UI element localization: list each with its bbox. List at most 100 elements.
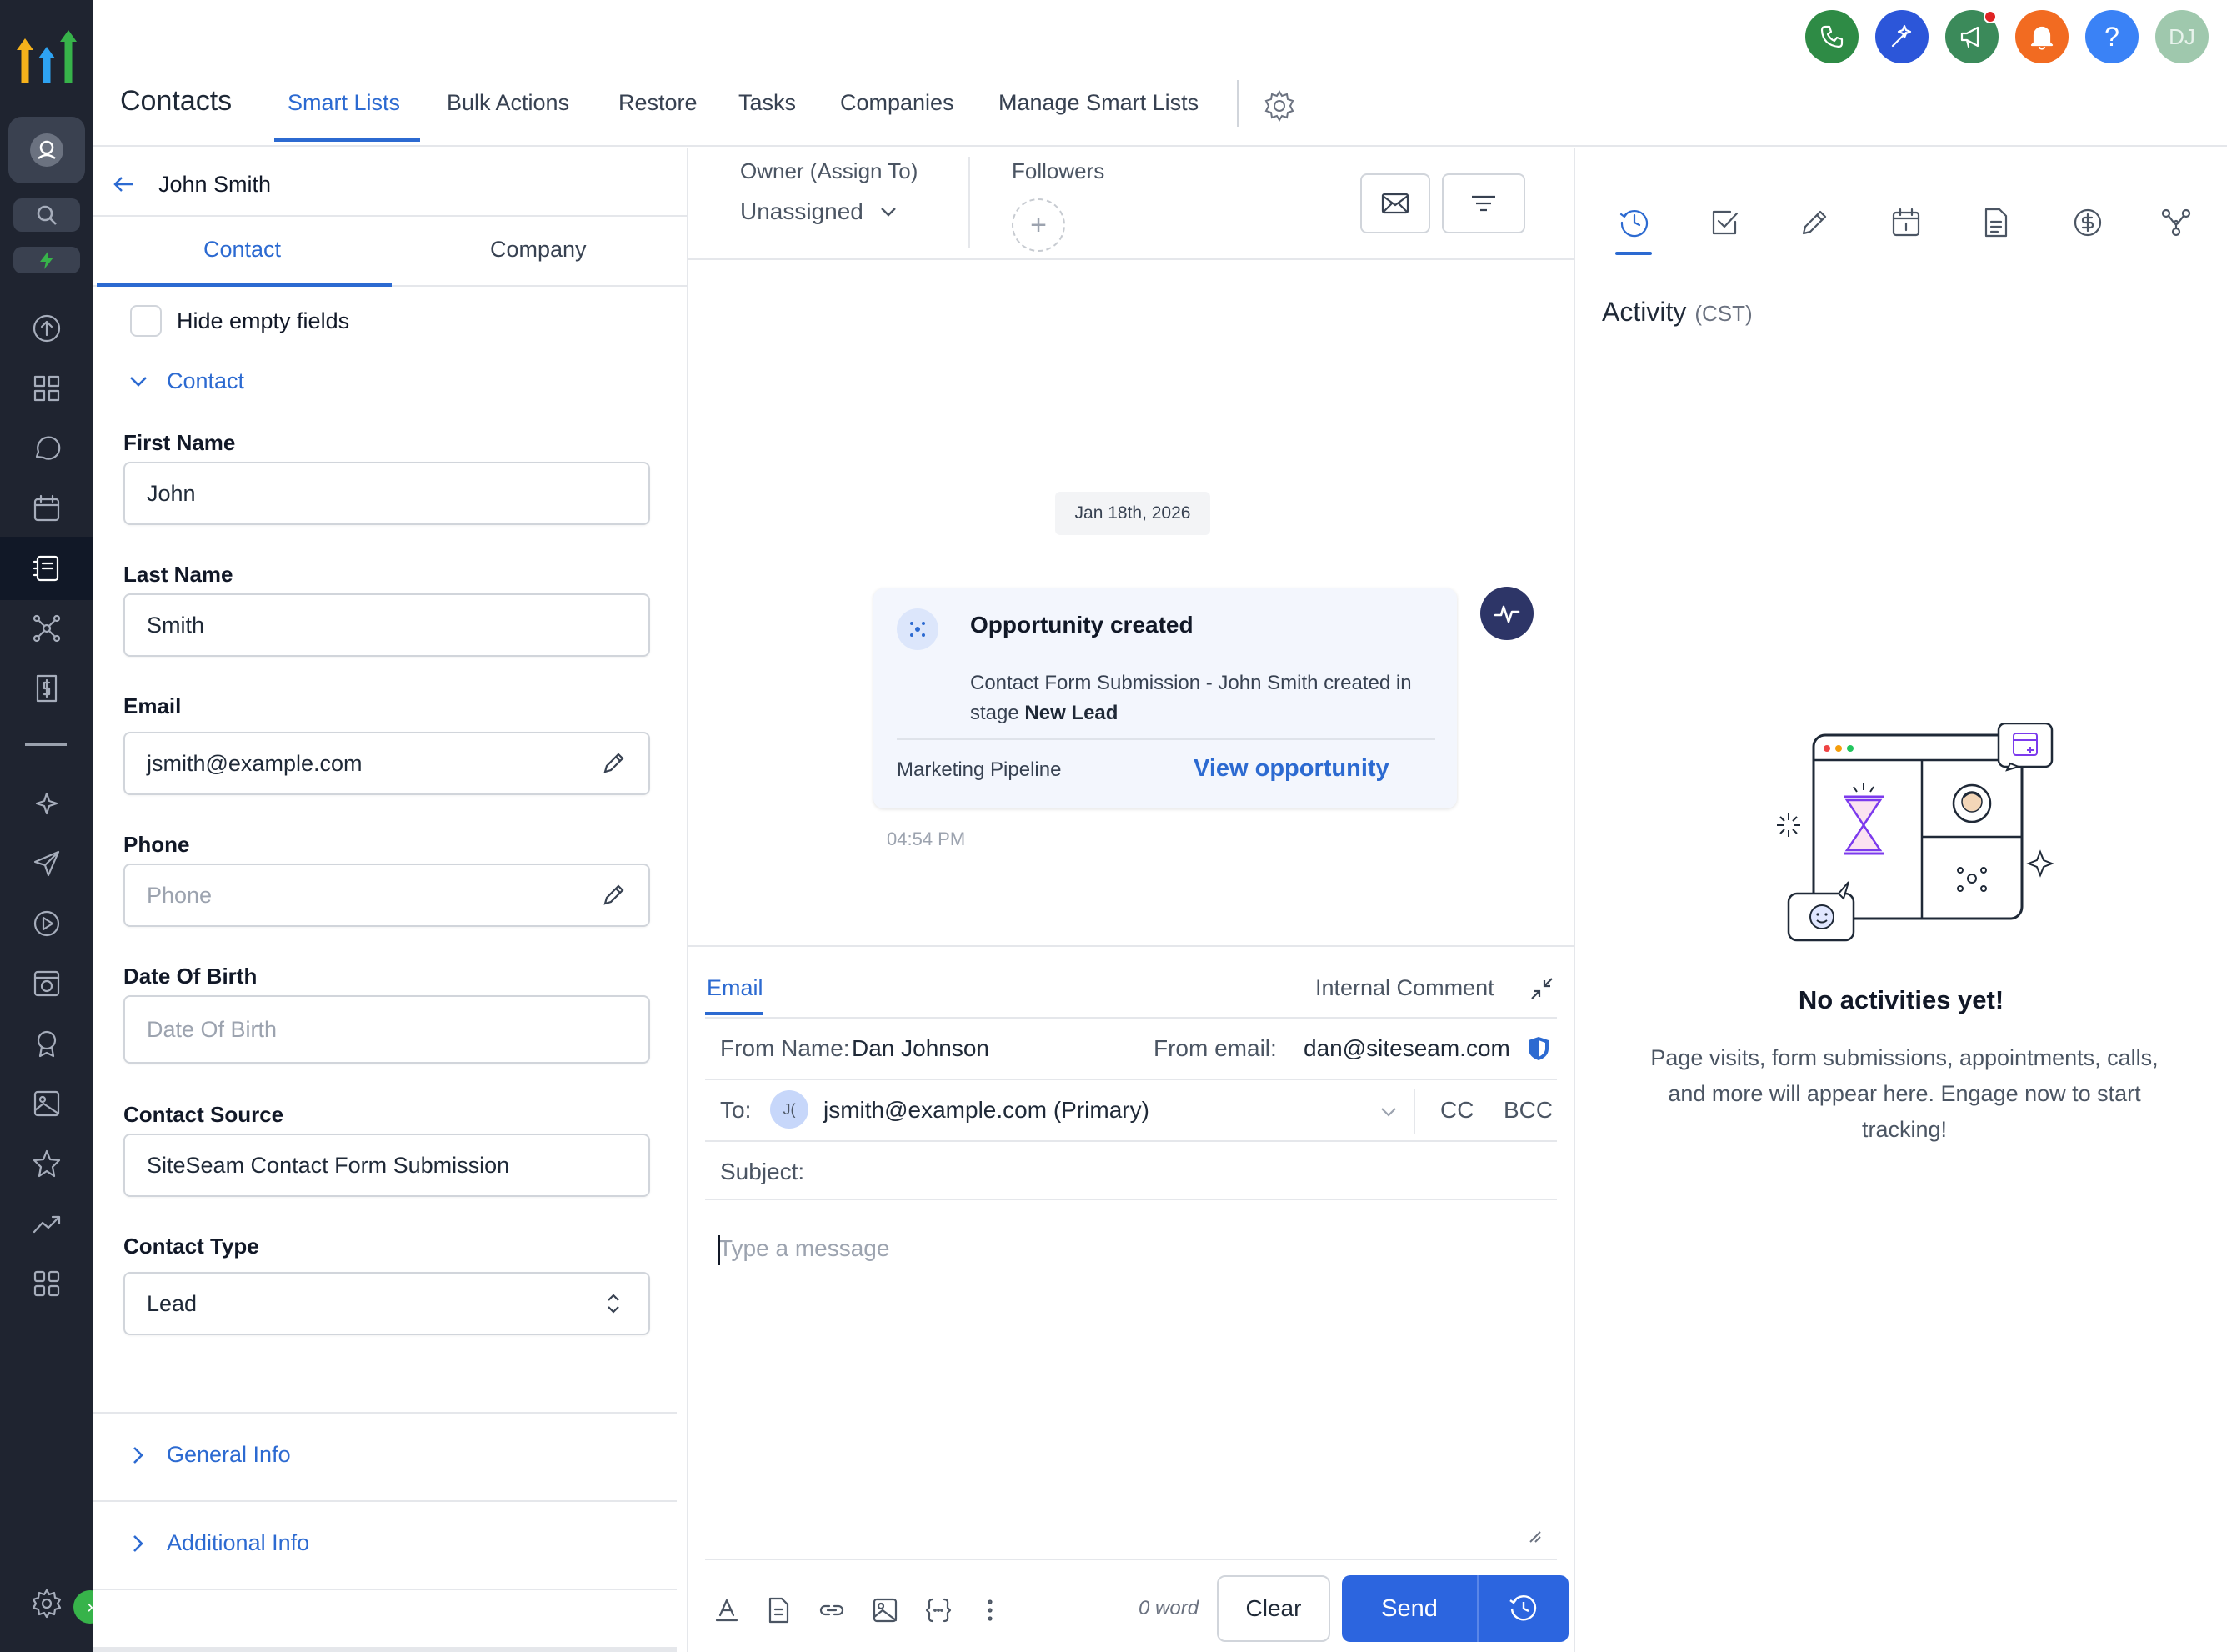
quick-actions-button[interactable] [13, 247, 80, 273]
nav-automation[interactable] [23, 900, 70, 947]
contacts-icon [33, 555, 59, 582]
chevron-right-icon: › [87, 1595, 93, 1618]
chevron-down-icon [881, 208, 896, 217]
tab-documents[interactable] [1979, 205, 2019, 245]
nav-reputation[interactable] [23, 1140, 70, 1187]
announcements-button[interactable] [1945, 10, 1999, 63]
collapse-composer-button[interactable] [1529, 975, 1555, 1002]
general-info-toggle[interactable]: General Info [127, 1442, 291, 1468]
nav-memberships[interactable] [23, 1020, 70, 1067]
nav-reporting[interactable] [23, 1200, 70, 1247]
search-button[interactable] [13, 198, 80, 232]
nav-media[interactable] [23, 1080, 70, 1127]
from-email-value[interactable]: dan@siteseam.com [1304, 1035, 1510, 1062]
tab-tasks[interactable] [1707, 205, 1747, 245]
tab-smart-lists[interactable]: Smart Lists [288, 90, 400, 116]
arrow-left-icon[interactable] [110, 170, 138, 198]
subtab-company[interactable]: Company [490, 237, 587, 263]
email-field[interactable]: jsmith@example.com [123, 732, 650, 795]
chevron-down-icon[interactable] [1377, 1100, 1400, 1124]
user-avatar[interactable]: DJ [2155, 10, 2209, 63]
owner-dropdown[interactable]: Unassigned [740, 198, 900, 225]
nav-payments[interactable] [23, 665, 70, 712]
tab-notes[interactable] [1797, 205, 1837, 245]
nav-dashboard[interactable] [23, 365, 70, 412]
schedule-send-button[interactable] [1479, 1575, 1569, 1642]
hide-empty-fields-row[interactable]: Hide empty fields [130, 305, 349, 337]
owner-label: Owner (Assign To) [740, 158, 918, 183]
composer-tab-internal-comment[interactable]: Internal Comment [1315, 975, 1494, 1001]
document-icon [768, 1597, 789, 1624]
nav-settings[interactable] [23, 1580, 70, 1627]
message-textarea[interactable]: Type a message [705, 1215, 1557, 1559]
pencil-icon[interactable] [600, 750, 627, 777]
nav-ai-agents[interactable] [23, 780, 70, 827]
resize-handle-icon[interactable] [1527, 1529, 1542, 1544]
collapse-icon [1531, 978, 1553, 999]
email-filter-button[interactable] [1360, 173, 1430, 233]
tab-appointments[interactable] [1889, 205, 1929, 245]
bcc-button[interactable]: BCC [1504, 1097, 1553, 1124]
settings-button[interactable] [1262, 88, 1297, 123]
nav-contacts[interactable] [23, 545, 70, 592]
last-name-field[interactable]: Smith [123, 593, 650, 657]
from-name-value[interactable]: Dan Johnson [852, 1035, 989, 1062]
cc-button[interactable]: CC [1440, 1097, 1474, 1124]
clear-button[interactable]: Clear [1217, 1575, 1330, 1642]
hide-empty-checkbox[interactable] [130, 305, 162, 337]
nav-opportunities[interactable] [23, 605, 70, 652]
add-follower-button[interactable]: + [1012, 198, 1065, 252]
view-opportunity-link[interactable]: View opportunity [1194, 755, 1389, 783]
help-button[interactable]: ? [2085, 10, 2139, 63]
contact-type-select[interactable]: Lead [123, 1272, 650, 1335]
additional-info-toggle[interactable]: Additional Info [127, 1530, 309, 1556]
nav-conversations[interactable] [23, 425, 70, 472]
notifications-button[interactable] [2015, 10, 2069, 63]
followers-label: Followers [1012, 158, 1105, 183]
email-value: jsmith@example.com [147, 750, 363, 776]
subject-row[interactable]: Subject: [705, 1140, 1557, 1200]
website-icon [33, 970, 60, 997]
subtab-contact[interactable]: Contact [203, 237, 281, 263]
tab-workflows[interactable] [2159, 205, 2199, 245]
ai-assistant-button[interactable] [1875, 10, 1929, 63]
phone-field[interactable]: Phone [123, 864, 650, 927]
nav-launchpad[interactable] [23, 305, 70, 352]
toolbar-divider [705, 1559, 1557, 1560]
composer-tab-email[interactable]: Email [707, 975, 763, 1001]
insert-link-button[interactable] [813, 1592, 850, 1629]
nav-sites[interactable] [23, 960, 70, 1007]
pencil-icon[interactable] [600, 882, 627, 909]
tab-bulk-actions[interactable]: Bulk Actions [447, 90, 569, 116]
dob-field[interactable]: Date Of Birth [123, 995, 650, 1064]
custom-values-button[interactable] [920, 1592, 957, 1629]
template-button[interactable] [760, 1592, 797, 1629]
filter-button[interactable] [1442, 173, 1525, 233]
back-row[interactable]: John Smith [110, 163, 271, 205]
send-button[interactable]: Send [1342, 1575, 1479, 1642]
tab-companies[interactable]: Companies [840, 90, 954, 116]
phone-button[interactable] [1805, 10, 1859, 63]
first-name-field[interactable]: John [123, 462, 650, 525]
nav-app-marketplace[interactable] [23, 1260, 70, 1307]
horizontal-scrollbar[interactable] [93, 1647, 677, 1652]
nav-calendars[interactable] [23, 485, 70, 532]
tab-activity[interactable] [1617, 205, 1657, 245]
text-format-button[interactable] [708, 1592, 745, 1629]
dob-label: Date Of Birth [123, 964, 258, 989]
insert-image-button[interactable] [867, 1592, 903, 1629]
contact-section-toggle[interactable]: Contact [127, 368, 244, 394]
top-bar: Contacts Smart Lists Bulk Actions Restor… [93, 0, 2227, 147]
pencil-icon [1802, 210, 1827, 235]
opportunity-divider [897, 738, 1435, 740]
tab-manage-smart-lists[interactable]: Manage Smart Lists [998, 90, 1199, 116]
nav-marketing[interactable] [23, 840, 70, 887]
account-switcher[interactable] [8, 117, 85, 183]
contact-source-field[interactable]: SiteSeam Contact Form Submission [123, 1134, 650, 1197]
more-options-button[interactable] [972, 1592, 1008, 1629]
tab-payments[interactable] [2070, 205, 2110, 245]
app-logo-icon[interactable] [13, 23, 80, 90]
recipient-value[interactable]: jsmith@example.com (Primary) [823, 1097, 1149, 1124]
tab-restore[interactable]: Restore [618, 90, 698, 116]
tab-tasks[interactable]: Tasks [738, 90, 796, 116]
